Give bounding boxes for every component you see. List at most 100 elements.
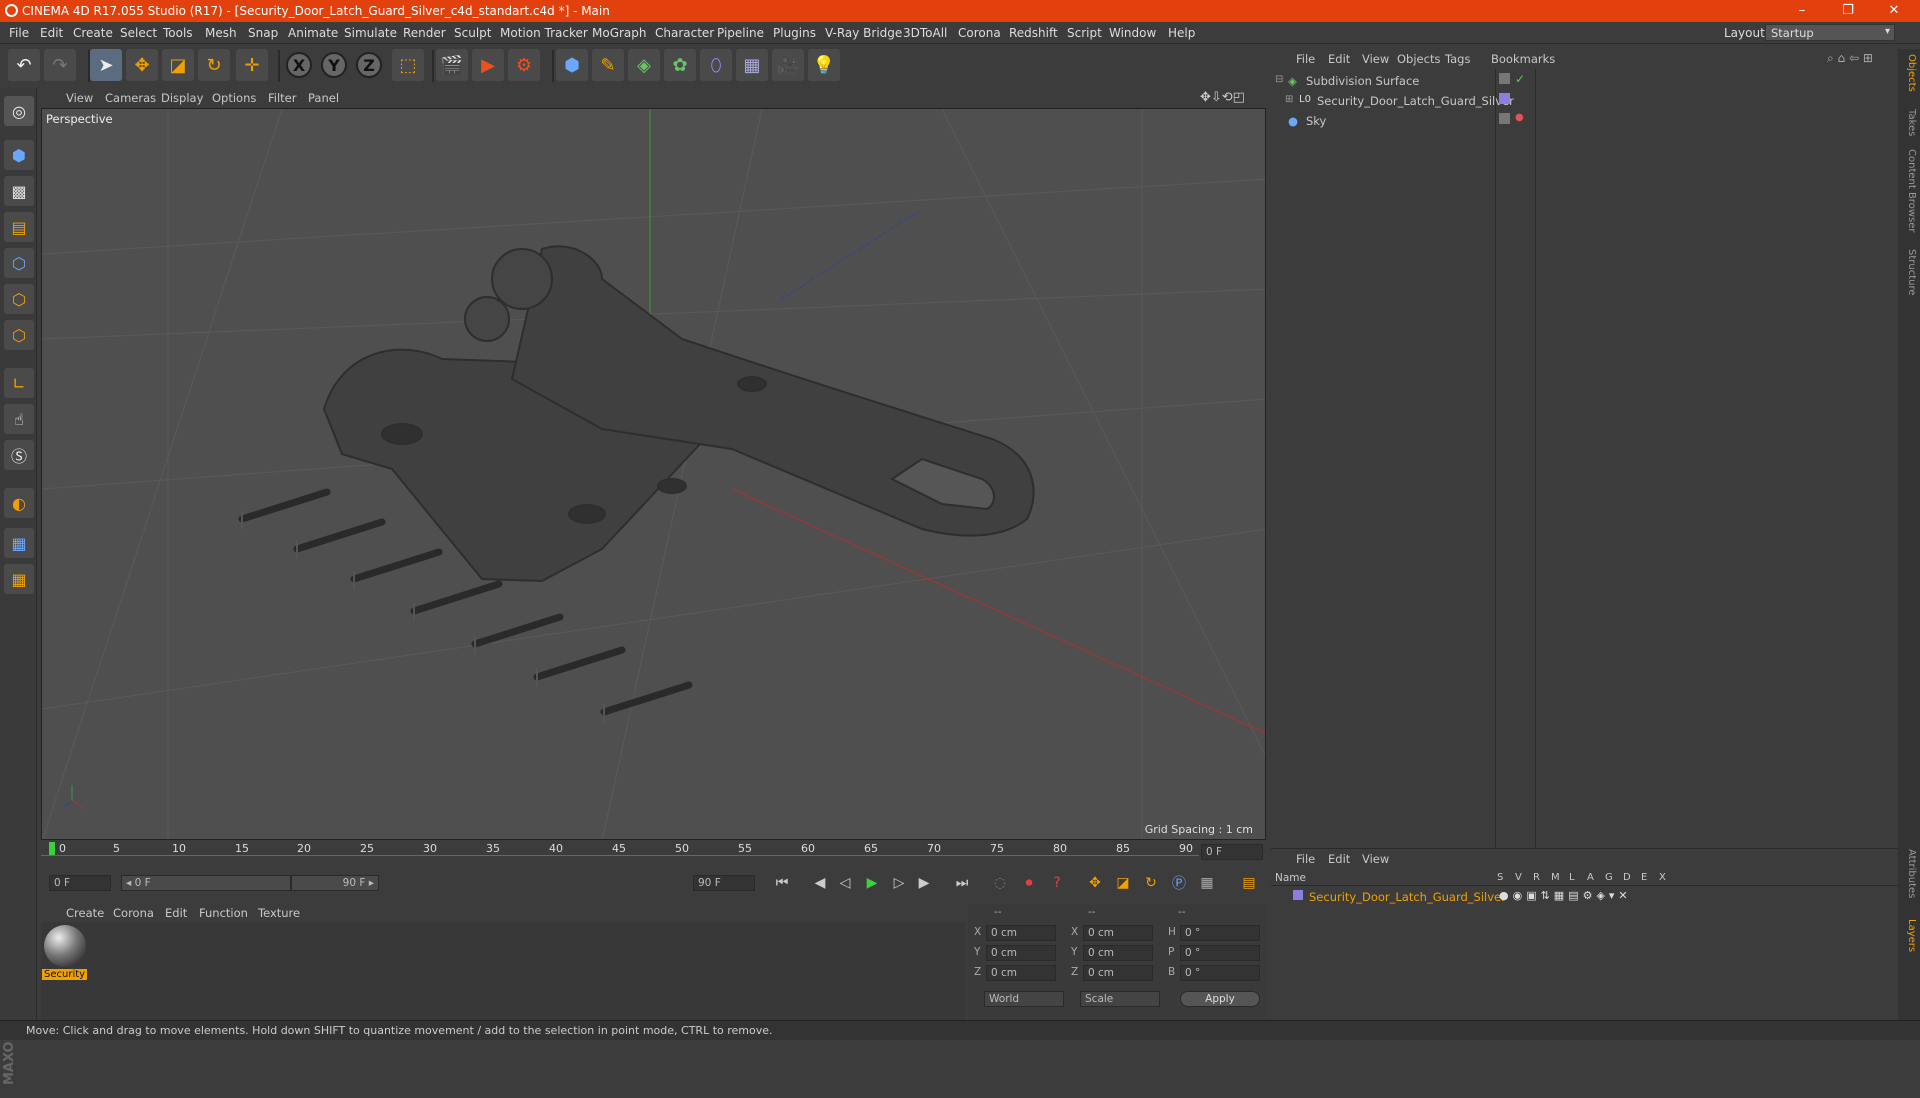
locked-workplane-icon[interactable]: ▦ xyxy=(4,528,34,558)
material-menu-function[interactable]: Function xyxy=(199,906,248,920)
timeline-window-icon[interactable]: ▤ xyxy=(1238,872,1260,894)
menu-pipeline[interactable]: Pipeline xyxy=(717,26,764,40)
objects-menu-objects[interactable]: Objects xyxy=(1397,52,1440,66)
autokey-icon[interactable]: ? xyxy=(1046,872,1068,894)
key-param-icon[interactable]: Ⓟ xyxy=(1168,872,1190,894)
pen-spline-icon[interactable]: ✎ xyxy=(592,49,624,81)
object-row[interactable]: ⊟ ◈ Subdivision Surface ✓ xyxy=(1271,71,1898,91)
size-z-field[interactable]: 0 cm xyxy=(1083,965,1153,981)
maximize-button[interactable]: ❐ xyxy=(1826,1,1870,21)
key-pla-icon[interactable]: ▦ xyxy=(1196,872,1218,894)
rotation-b-field[interactable]: 0 ° xyxy=(1180,965,1260,981)
expand-icon[interactable]: ⊞ xyxy=(1285,94,1293,105)
end-frame-field[interactable]: 90 F xyxy=(693,875,755,891)
tab-structure[interactable]: Structure xyxy=(1901,249,1917,296)
objects-search-icon[interactable]: ⌕ ⌂ ⇦ ⊞ xyxy=(1827,51,1873,66)
visibility-dot-icon[interactable]: ● xyxy=(1515,112,1524,123)
layers-menu-view[interactable]: View xyxy=(1362,852,1389,866)
previous-key-icon[interactable]: ◀ xyxy=(809,872,831,894)
redo-icon[interactable]: ↷ xyxy=(44,49,76,81)
goto-end-icon[interactable]: ⏭ xyxy=(951,872,973,894)
tab-takes[interactable]: Takes xyxy=(1901,109,1917,136)
playhead-marker[interactable] xyxy=(49,842,55,856)
size-y-field[interactable]: 0 cm xyxy=(1083,945,1153,961)
objects-menu-bookmarks[interactable]: Bookmarks xyxy=(1491,52,1555,66)
record-key-icon[interactable]: ⏺ xyxy=(1018,872,1040,894)
light-icon[interactable]: 💡 xyxy=(808,49,840,81)
menu-plugins[interactable]: Plugins xyxy=(773,26,816,40)
axis-z-lock-button[interactable]: Z xyxy=(356,52,382,78)
menu-simulate[interactable]: Simulate xyxy=(344,26,397,40)
position-z-field[interactable]: 0 cm xyxy=(986,965,1056,981)
texture-mode-icon[interactable]: ▩ xyxy=(4,176,34,206)
viewport-menu-cameras[interactable]: Cameras xyxy=(105,91,156,105)
axis-x-lock-button[interactable]: X xyxy=(286,52,312,78)
subdivision-generator-icon[interactable]: ◈ xyxy=(628,49,660,81)
objects-menu-file[interactable]: File xyxy=(1296,52,1315,66)
menu-3dtoall[interactable]: 3DToAll xyxy=(903,26,947,40)
menu-help[interactable]: Help xyxy=(1168,26,1195,40)
deformer-icon[interactable]: ⬯ xyxy=(700,49,732,81)
key-scale-icon[interactable]: ◪ xyxy=(1112,872,1134,894)
layer-switch-icons[interactable]: ●◉▣⇅▦▤⚙◈▾✕ xyxy=(1499,889,1632,902)
layer-color-icon[interactable] xyxy=(1499,93,1510,104)
objects-menu-view[interactable]: View xyxy=(1362,52,1389,66)
object-name[interactable]: Sky xyxy=(1306,114,1326,128)
menu-file[interactable]: File xyxy=(9,26,29,40)
range-start-slider[interactable]: ◂ 0 F xyxy=(121,875,291,891)
viewport-menu-view[interactable]: View xyxy=(66,91,93,105)
material-menu-texture[interactable]: Texture xyxy=(258,906,300,920)
layer-color-swatch[interactable] xyxy=(1293,890,1303,900)
coordinate-system-select[interactable]: World xyxy=(984,991,1064,1007)
size-x-field[interactable]: 0 cm xyxy=(1083,925,1153,941)
transform-icon[interactable]: ✛ xyxy=(236,49,268,81)
enabled-check-icon[interactable]: ✓ xyxy=(1515,72,1525,86)
menu-redshift[interactable]: Redshift xyxy=(1009,26,1058,40)
menu-motion-tracker[interactable]: Motion Tracker xyxy=(500,26,588,40)
current-frame-field[interactable]: 0 F xyxy=(1201,844,1263,860)
render-settings-icon[interactable]: ⚙ xyxy=(508,49,540,81)
apply-button[interactable]: Apply xyxy=(1180,991,1260,1007)
edges-mode-icon[interactable]: ⬡ xyxy=(4,284,34,314)
rotation-h-field[interactable]: 0 ° xyxy=(1180,925,1260,941)
next-key-icon[interactable]: ▶ xyxy=(913,872,935,894)
render-picture-viewer-icon[interactable]: ▶ xyxy=(472,49,504,81)
layers-menu-edit[interactable]: Edit xyxy=(1328,852,1350,866)
tweak-mode-icon[interactable]: ☝ xyxy=(4,404,34,434)
collapse-icon[interactable]: ⊟ xyxy=(1275,74,1283,85)
camera-icon[interactable]: 🎥 xyxy=(772,49,804,81)
goto-start-icon[interactable]: ⏮ xyxy=(771,872,793,894)
motion-path-icon[interactable]: ◌ xyxy=(989,872,1011,894)
menu-render[interactable]: Render xyxy=(403,26,446,40)
mograph-cloner-icon[interactable]: ✿ xyxy=(664,49,696,81)
close-button[interactable]: ✕ xyxy=(1872,1,1916,21)
model-mode-icon[interactable]: ⬢ xyxy=(4,140,34,170)
menu-corona[interactable]: Corona xyxy=(958,26,1001,40)
position-y-field[interactable]: 0 cm xyxy=(986,945,1056,961)
viewport-menu-display[interactable]: Display xyxy=(161,91,203,105)
objects-menu-tags[interactable]: Tags xyxy=(1445,52,1470,66)
rotation-p-field[interactable]: 0 ° xyxy=(1180,945,1260,961)
planar-workplane-icon[interactable]: ▦ xyxy=(4,564,34,594)
axis-mode-icon[interactable]: ∟ xyxy=(4,368,34,398)
object-row[interactable]: ● Sky ● xyxy=(1271,111,1898,131)
layer-toggle-icon[interactable] xyxy=(1499,113,1510,124)
material-name[interactable]: Security xyxy=(42,969,88,980)
magnet-icon[interactable]: ◐ xyxy=(4,488,34,518)
object-name[interactable]: Subdivision Surface xyxy=(1306,74,1419,88)
object-name[interactable]: Security_Door_Latch_Guard_Silver xyxy=(1317,94,1514,108)
rotate-icon[interactable]: ↻ xyxy=(198,49,230,81)
move-icon[interactable]: ✥ xyxy=(126,49,158,81)
minimize-button[interactable]: – xyxy=(1780,1,1824,21)
scale-icon[interactable]: ◪ xyxy=(162,49,194,81)
range-end-slider[interactable]: 90 F ▸ xyxy=(291,875,379,891)
viewport-menu-filter[interactable]: Filter xyxy=(268,91,296,105)
menu-select[interactable]: Select xyxy=(120,26,157,40)
menu-mesh[interactable]: Mesh xyxy=(205,26,237,40)
menu-edit[interactable]: Edit xyxy=(40,26,63,40)
viewport-menu-options[interactable]: Options xyxy=(212,91,256,105)
floor-scene-icon[interactable]: ▦ xyxy=(736,49,768,81)
layer-row[interactable]: Security_Door_Latch_Guard_Silver ●◉▣⇅▦▤⚙… xyxy=(1271,888,1898,906)
size-mode-select[interactable]: Scale xyxy=(1080,991,1160,1007)
cube-primitive-icon[interactable]: ⬢ xyxy=(556,49,588,81)
